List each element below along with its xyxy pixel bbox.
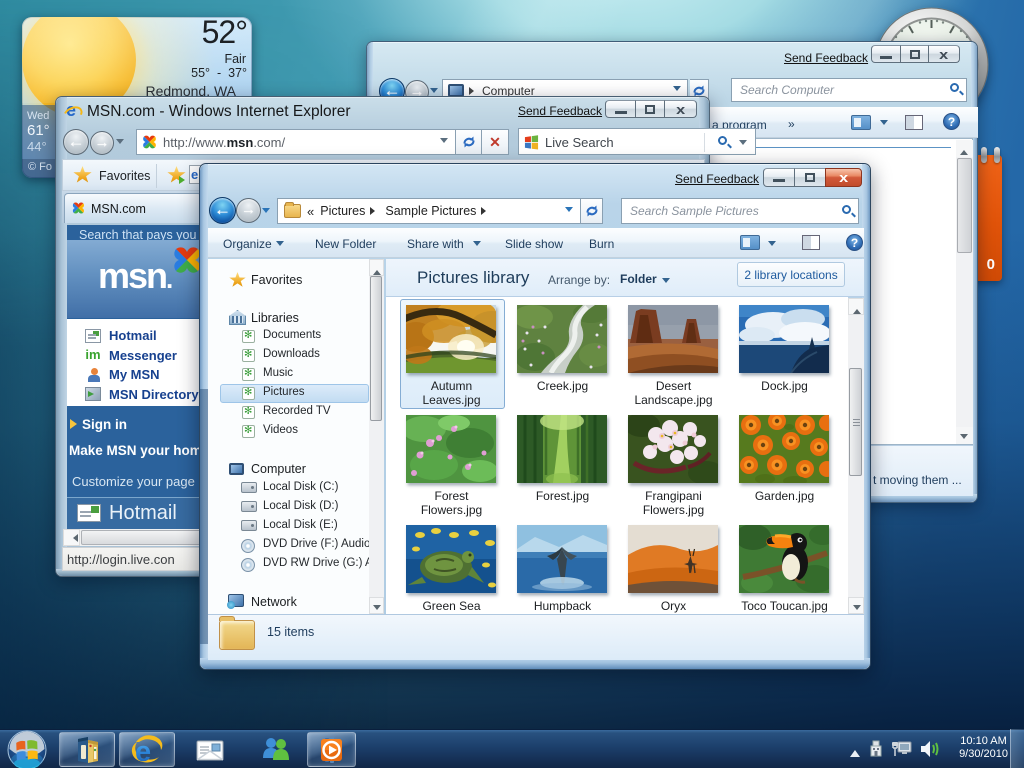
svg-text:e: e (135, 736, 151, 767)
